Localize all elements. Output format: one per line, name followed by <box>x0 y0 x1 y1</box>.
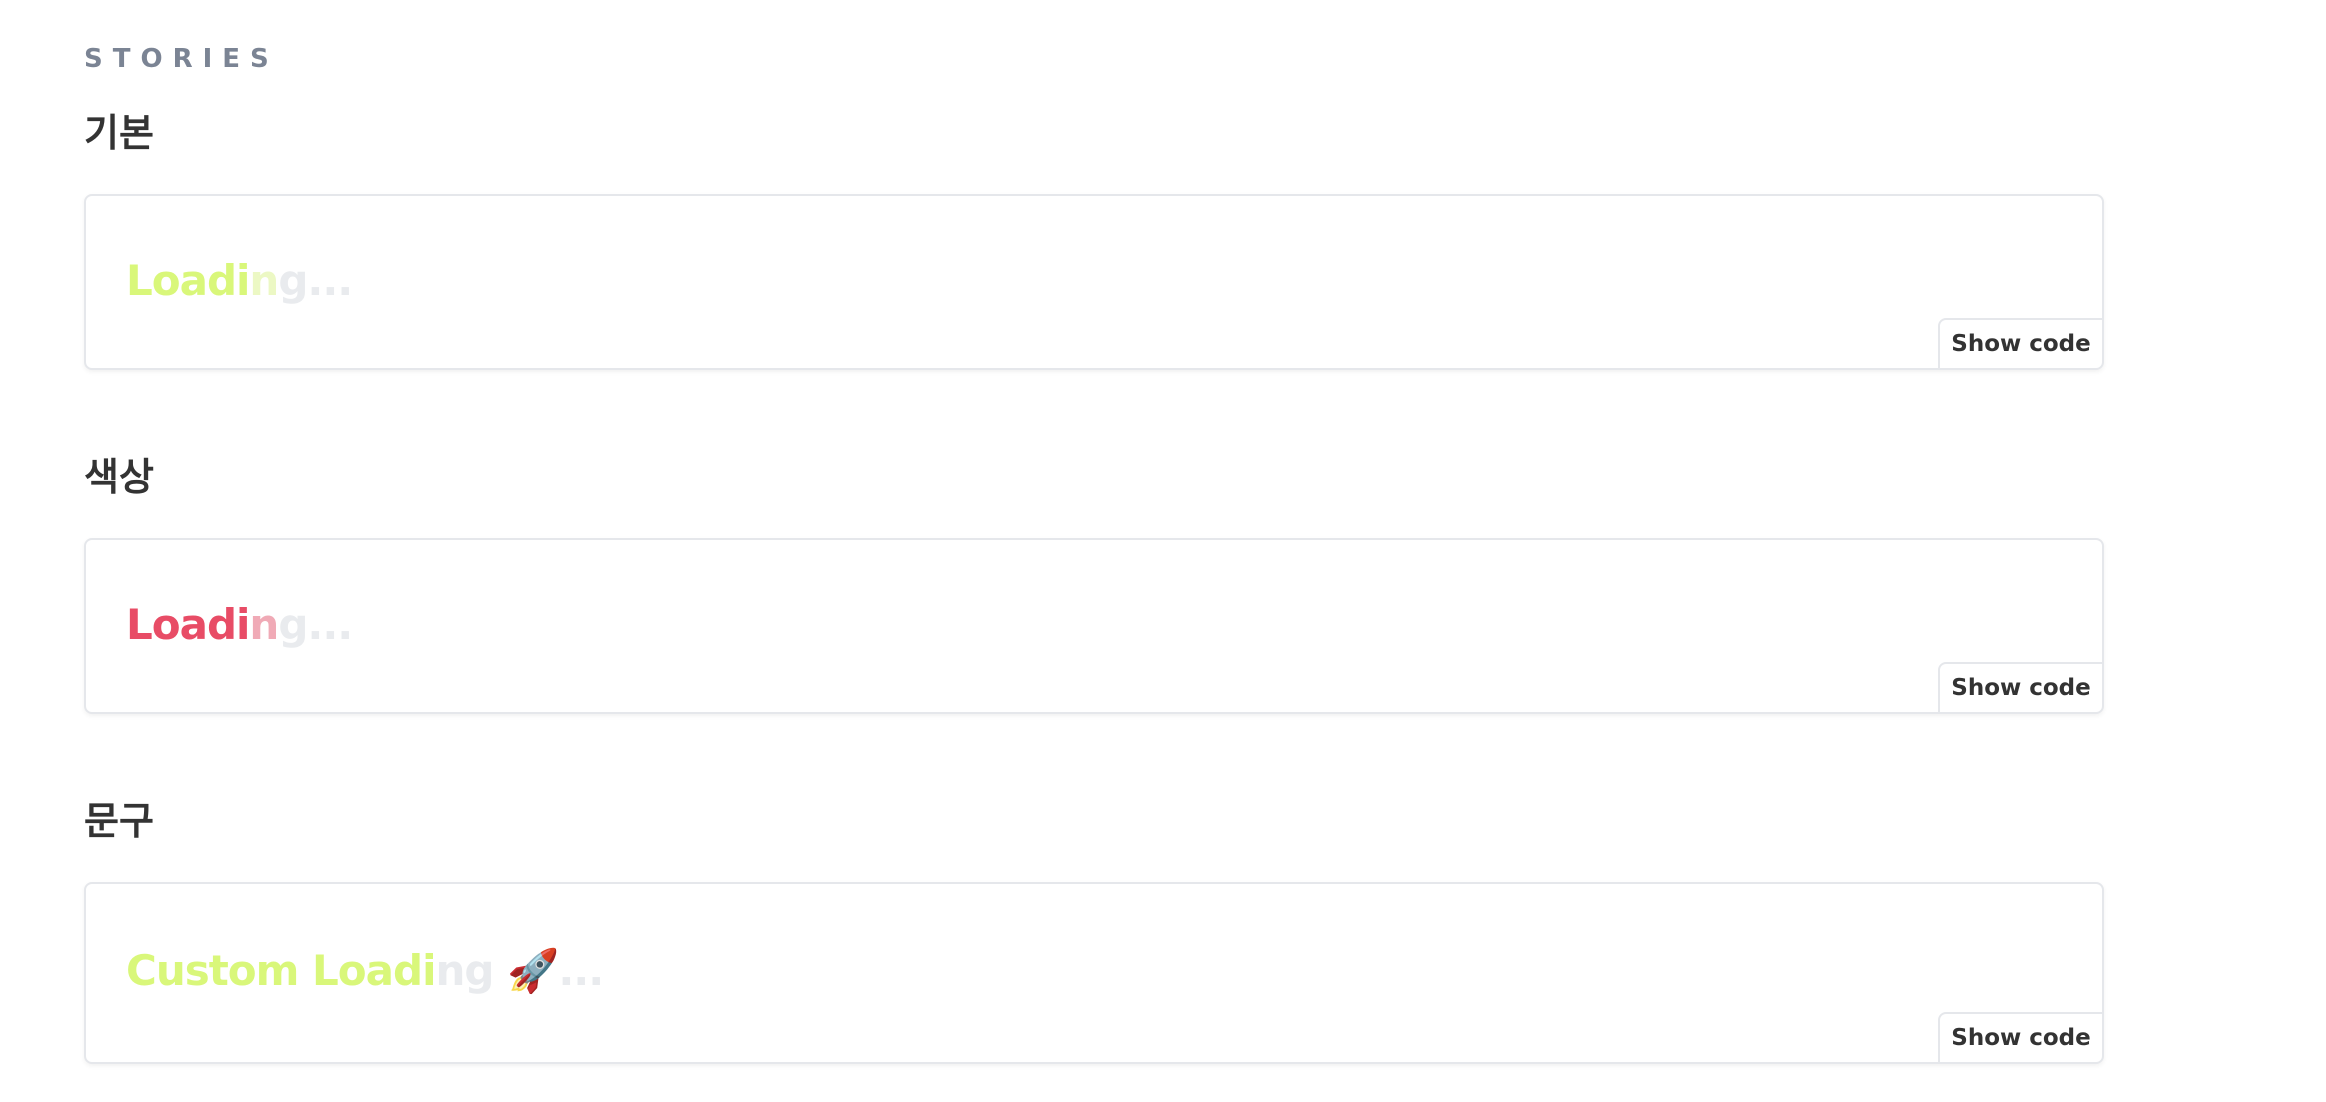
story-title: 문구 <box>84 799 154 843</box>
show-code-button[interactable]: Show code <box>1938 662 2102 712</box>
story-preview: Loading... Show code <box>84 538 2104 714</box>
story-text: 문구 Custom Loading 🚀... Show code <box>84 798 2106 1064</box>
show-code-button[interactable]: Show code <box>1938 318 2102 368</box>
loading-text-partial: n <box>249 256 279 305</box>
loading-text-partial: n <box>249 600 279 649</box>
story-preview: Custom Loading 🚀... Show code <box>84 882 2104 1064</box>
show-code-button[interactable]: Show code <box>1938 1012 2102 1062</box>
loading-text: Loading... <box>126 600 353 649</box>
story-basic: 기본 Loading... Show code <box>84 110 2106 370</box>
story-title: 기본 <box>84 111 154 155</box>
loading-text-lit: Loadi <box>126 600 250 649</box>
section-label: STORIES <box>84 44 279 74</box>
story-title: 색상 <box>84 455 154 499</box>
loading-text-lit: Custom Loadi <box>126 946 436 995</box>
loading-text: Loading... <box>126 256 353 305</box>
loading-text-dim: ng 🚀... <box>435 946 604 995</box>
loading-text: Custom Loading 🚀... <box>126 946 604 996</box>
loading-text-lit: Loadi <box>126 256 250 305</box>
loading-text-dim: g... <box>278 600 353 649</box>
story-color: 색상 Loading... Show code <box>84 454 2106 714</box>
loading-text-dim: g... <box>278 256 353 305</box>
story-preview: Loading... Show code <box>84 194 2104 370</box>
